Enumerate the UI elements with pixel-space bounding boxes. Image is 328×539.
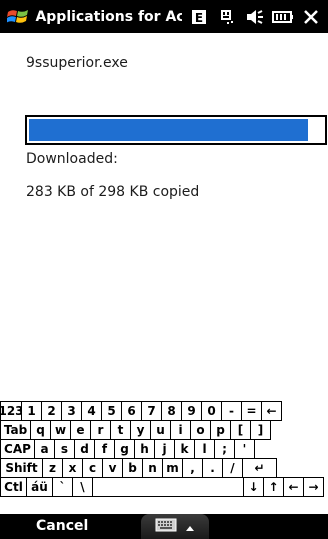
key-apostrophe[interactable]: ' [234, 439, 255, 459]
key-shift[interactable]: Shift [0, 458, 43, 478]
key-left-arrow[interactable]: ← [283, 477, 304, 497]
copied-text: 283 KB of 298 KB copied [26, 184, 200, 200]
key-v[interactable]: v [102, 458, 123, 478]
key-4[interactable]: 4 [81, 401, 102, 421]
key-x[interactable]: x [62, 458, 83, 478]
key-w[interactable]: w [50, 420, 71, 440]
key-h[interactable]: h [134, 439, 155, 459]
key-u[interactable]: u [150, 420, 171, 440]
key-comma[interactable]: , [182, 458, 203, 478]
key-backtick[interactable]: ` [52, 477, 73, 497]
key-p[interactable]: p [210, 420, 231, 440]
keyboard-icon [155, 517, 177, 536]
key-5[interactable]: 5 [101, 401, 122, 421]
key-c[interactable]: c [82, 458, 103, 478]
key-z[interactable]: z [42, 458, 63, 478]
cancel-softkey[interactable]: Cancel [36, 518, 88, 534]
key-period[interactable]: . [202, 458, 223, 478]
key-m[interactable]: m [162, 458, 183, 478]
key-enter[interactable]: ↵ [242, 458, 277, 478]
key-accents[interactable]: áü [26, 477, 53, 497]
key-equals[interactable]: = [241, 401, 262, 421]
key-r[interactable]: r [90, 420, 111, 440]
volume-icon[interactable] [244, 6, 266, 28]
key-backslash[interactable]: \ [72, 477, 93, 497]
close-icon[interactable] [300, 6, 322, 28]
key-3[interactable]: 3 [61, 401, 82, 421]
key-ctrl[interactable]: Ctl [0, 477, 27, 497]
key-2[interactable]: 2 [41, 401, 62, 421]
key-o[interactable]: o [190, 420, 211, 440]
key-caps[interactable]: CAP [0, 439, 35, 459]
key-t[interactable]: t [110, 420, 131, 440]
key-space[interactable] [92, 477, 244, 497]
key-semicolon[interactable]: ; [214, 439, 235, 459]
key-q[interactable]: q [30, 420, 51, 440]
progress-fill [29, 119, 308, 141]
chevron-up-icon [185, 517, 195, 536]
status-icons: E [188, 6, 328, 28]
key-0[interactable]: 0 [201, 401, 222, 421]
battery-icon[interactable] [272, 6, 294, 28]
signal-icon[interactable] [216, 6, 238, 28]
download-panel: 9ssuperior.exe Downloaded: 283 KB of 298… [0, 33, 328, 397]
key-s[interactable]: s [54, 439, 75, 459]
key-n[interactable]: n [142, 458, 163, 478]
key-slash[interactable]: / [222, 458, 243, 478]
key-tab[interactable]: Tab [0, 420, 31, 440]
key-backspace[interactable]: ← [261, 401, 282, 421]
windows-flag-icon[interactable] [6, 7, 29, 27]
input-panel-toggle[interactable] [141, 514, 209, 539]
key-down-arrow[interactable]: ↓ [243, 477, 264, 497]
key-j[interactable]: j [154, 439, 175, 459]
data-connection-icon[interactable]: E [188, 6, 210, 28]
menu-bar: Cancel [0, 514, 328, 539]
key-a[interactable]: a [34, 439, 55, 459]
key-6[interactable]: 6 [121, 401, 142, 421]
window-title: Applications for Ac [35, 8, 182, 25]
key-9[interactable]: 9 [181, 401, 202, 421]
soft-keyboard: 123 1 2 3 4 5 6 7 8 9 0 - = ← Tab q w e … [0, 401, 328, 514]
key-k[interactable]: k [174, 439, 195, 459]
key-f[interactable]: f [94, 439, 115, 459]
key-minus[interactable]: - [221, 401, 242, 421]
status-label: Downloaded: [26, 151, 118, 167]
key-e[interactable]: e [70, 420, 91, 440]
key-123[interactable]: 123 [0, 401, 24, 421]
key-l[interactable]: l [194, 439, 215, 459]
download-progress-bar [25, 115, 327, 145]
key-right-bracket[interactable]: ] [250, 420, 271, 440]
file-name: 9ssuperior.exe [26, 55, 128, 71]
key-1[interactable]: 1 [21, 401, 42, 421]
key-g[interactable]: g [114, 439, 135, 459]
key-7[interactable]: 7 [141, 401, 162, 421]
svg-text:E: E [195, 11, 203, 25]
key-right-arrow[interactable]: → [303, 477, 324, 497]
title-bar: Applications for Ac E [0, 0, 328, 33]
key-y[interactable]: y [130, 420, 151, 440]
key-d[interactable]: d [74, 439, 95, 459]
key-8[interactable]: 8 [161, 401, 182, 421]
key-i[interactable]: i [170, 420, 191, 440]
key-left-bracket[interactable]: [ [230, 420, 251, 440]
key-up-arrow[interactable]: ↑ [263, 477, 284, 497]
key-b[interactable]: b [122, 458, 143, 478]
